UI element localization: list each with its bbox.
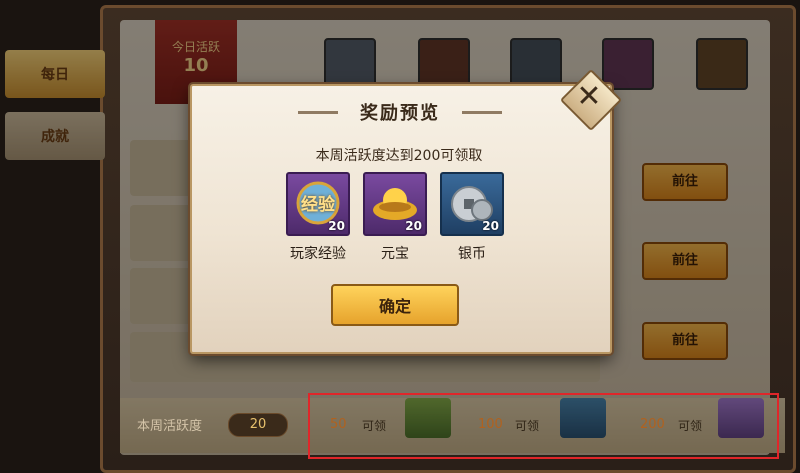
title-ornament-left <box>298 111 338 114</box>
dialog-subtitle: 本周活跃度达到200可领取 <box>315 148 483 164</box>
tab-achievement[interactable]: 成就 <box>5 112 105 160</box>
weekly-activity-label: 本周活跃度 <box>137 419 203 434</box>
bg-reward-icon-4 <box>602 38 654 90</box>
banner-title: 今日活跃 <box>171 40 220 54</box>
title-ornament-right <box>462 111 502 114</box>
go-button[interactable]: 前往 <box>642 322 728 360</box>
banner-value: 10 <box>183 55 209 76</box>
reward-name: 银币 <box>458 246 486 262</box>
go-button-label: 前往 <box>671 253 698 268</box>
bg-reward-icon-5 <box>696 38 748 90</box>
go-button-label: 前往 <box>671 333 698 348</box>
tab-daily-label: 每日 <box>41 67 69 83</box>
gold-ingot-icon: 20 <box>363 172 427 236</box>
exp-badge: 经验 <box>301 195 335 215</box>
close-icon[interactable]: ✕ <box>572 80 606 114</box>
bg-reward-icon-1 <box>324 38 376 90</box>
go-button[interactable]: 前往 <box>642 242 728 280</box>
exp-icon: 经验 20 <box>286 172 350 236</box>
reward-count: 20 <box>405 219 422 233</box>
reward-name: 玩家经验 <box>290 246 346 262</box>
bg-reward-icon-2 <box>418 38 470 90</box>
tab-daily[interactable]: 每日 <box>5 50 105 98</box>
reward-count: 20 <box>328 219 345 233</box>
dialog-title-bar: 奖励预览 <box>290 96 510 128</box>
reward-count: 20 <box>482 219 499 233</box>
reward-name: 元宝 <box>381 246 409 262</box>
confirm-button[interactable]: 确定 <box>331 284 459 326</box>
tab-achievement-label: 成就 <box>41 129 69 145</box>
weekly-activity-value: 20 <box>228 413 288 437</box>
go-button[interactable]: 前往 <box>642 163 728 201</box>
bg-reward-icon-3 <box>510 38 562 90</box>
go-button-label: 前往 <box>671 174 698 189</box>
silver-coin-icon: 20 <box>440 172 504 236</box>
highlight-box <box>308 393 779 459</box>
dialog-title: 奖励预览 <box>360 103 440 124</box>
